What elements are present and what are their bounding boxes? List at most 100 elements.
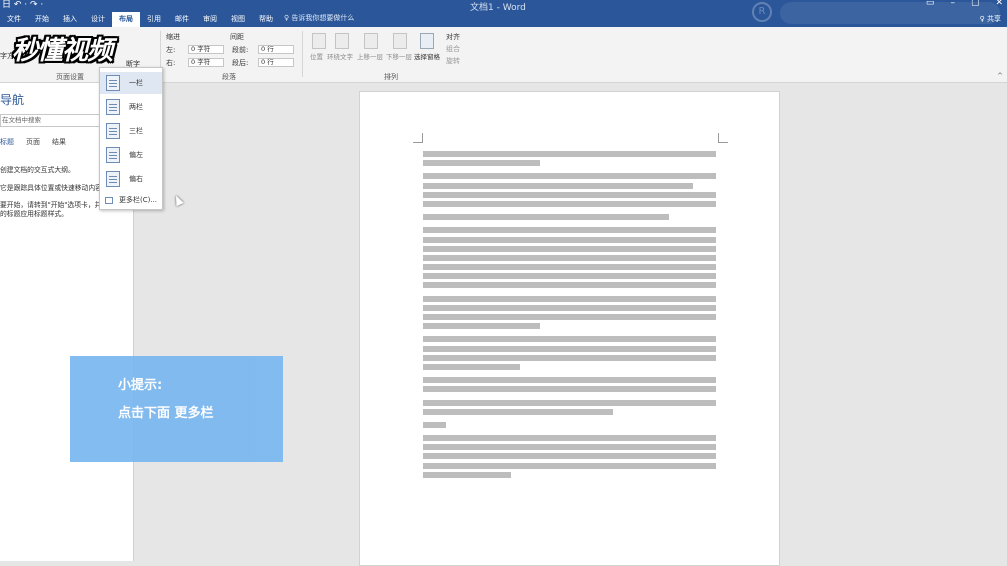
- one-column-icon: [106, 75, 120, 91]
- margin-corner-mark: [718, 133, 728, 143]
- right-column-icon: [106, 171, 120, 187]
- nav-tab-pages[interactable]: 页面: [26, 137, 40, 147]
- tab-insert[interactable]: 插入: [56, 12, 84, 27]
- highlighted-text-line: [423, 421, 447, 428]
- tab-home[interactable]: 开始: [28, 12, 56, 27]
- tab-layout[interactable]: 布局: [112, 12, 140, 27]
- registered-mark-icon: R: [752, 2, 772, 22]
- arrange-group-label: 排列: [384, 73, 398, 81]
- highlighted-text-line: [423, 236, 716, 243]
- wrap-text-button[interactable]: 环绕文字: [327, 51, 353, 61]
- tip-box: 小提示: 点击下面 更多栏: [70, 356, 283, 462]
- tip-title: 小提示:: [118, 378, 163, 393]
- columns-dropdown: 一栏 两栏 三栏 偏左 偏右 更多栏(C)...: [99, 67, 163, 210]
- margin-corner-mark: [413, 133, 423, 143]
- columns-two-option[interactable]: 两栏: [100, 96, 162, 118]
- highlighted-text-line: [423, 295, 716, 302]
- tab-review[interactable]: 审阅: [196, 12, 224, 27]
- columns-three-option[interactable]: 三栏: [100, 120, 162, 142]
- highlighted-text-line: [423, 336, 716, 343]
- close-icon[interactable]: ✕: [995, 0, 1003, 8]
- nav-title: 导航: [0, 93, 25, 107]
- highlighted-text-line: [423, 435, 716, 442]
- video-logo: 秒懂视频: [12, 36, 113, 66]
- selected-text-block[interactable]: [423, 151, 716, 481]
- nav-tab-results[interactable]: 结果: [52, 137, 66, 147]
- nav-help-text: 它是跟踪具体位置或快速移动内容的: [0, 184, 109, 192]
- share-button[interactable]: ♀ 共享: [980, 14, 1001, 24]
- indent-header: 缩进: [166, 33, 180, 41]
- highlighted-text-line: [423, 245, 716, 252]
- highlighted-text-line: [423, 354, 716, 361]
- two-columns-icon: [106, 99, 120, 115]
- spacing-header: 间距: [230, 33, 244, 41]
- three-columns-icon: [106, 123, 120, 139]
- highlighted-text-line: [423, 386, 716, 393]
- group-button[interactable]: 组合: [446, 44, 460, 54]
- tab-file[interactable]: 文件: [0, 12, 28, 27]
- tip-text: 点击下面 更多栏: [118, 406, 214, 421]
- position-button[interactable]: 位置: [310, 51, 323, 61]
- highlighted-text-line: [423, 151, 716, 157]
- highlighted-text-line: [423, 282, 716, 289]
- tab-references[interactable]: 引用: [140, 12, 168, 27]
- highlighted-text-line: [423, 314, 716, 320]
- tab-mailings[interactable]: 邮件: [168, 12, 196, 27]
- indent-left-input[interactable]: 0 字符: [188, 45, 224, 54]
- spacing-after-input[interactable]: 0 行: [258, 58, 294, 67]
- position-icon: [312, 33, 326, 49]
- indent-right-label: 右:: [166, 59, 176, 67]
- highlighted-text-line: [423, 471, 511, 478]
- maximize-icon[interactable]: ▢: [971, 0, 980, 8]
- highlighted-text-line: [423, 214, 670, 221]
- nav-help-text: 的标题应用标题样式。: [0, 210, 68, 218]
- columns-left-option[interactable]: 偏左: [100, 144, 162, 166]
- title-bar: 日 ↶ · ↷ · 文档1 - Word R ▭ – ▢ ✕ 文件 开始 插入 …: [0, 0, 1007, 27]
- minimize-icon[interactable]: –: [950, 0, 955, 8]
- nav-tab-headings[interactable]: 标题: [0, 137, 14, 147]
- columns-right-option[interactable]: 偏右: [100, 168, 162, 190]
- tab-help[interactable]: 帮助: [252, 12, 280, 27]
- ribbon-tabs: 文件 开始 插入 设计 布局 引用 邮件 审阅 视图 帮助: [0, 12, 280, 27]
- option-label: 三栏: [129, 127, 143, 135]
- highlighted-text-line: [423, 304, 716, 311]
- highlighted-text-line: [423, 377, 716, 384]
- bring-forward-button[interactable]: 上移一层: [357, 51, 383, 61]
- highlighted-text-line: [423, 363, 520, 370]
- window-controls: ▭ – ▢ ✕: [926, 0, 1003, 8]
- rotate-button[interactable]: 旋转: [446, 56, 460, 66]
- highlighted-text-line: [423, 444, 716, 451]
- mouse-cursor-icon: [172, 193, 184, 207]
- document-page[interactable]: [359, 91, 780, 566]
- highlighted-text-line: [423, 345, 716, 352]
- send-backward-icon: [393, 33, 407, 49]
- option-label: 一栏: [129, 79, 143, 87]
- tell-me-search[interactable]: ♀ 告诉我你想要做什么: [284, 13, 354, 23]
- option-label: 偏左: [129, 151, 143, 159]
- indent-right-input[interactable]: 0 字符: [188, 58, 224, 67]
- spacing-before-input[interactable]: 0 行: [258, 45, 294, 54]
- window-title: 文档1 - Word: [470, 3, 526, 13]
- highlighted-text-line: [423, 264, 716, 271]
- ribbon-display-icon[interactable]: ▭: [926, 0, 935, 8]
- highlighted-text-line: [423, 323, 541, 330]
- send-backward-button[interactable]: 下移一层: [386, 51, 412, 61]
- highlighted-text-line: [423, 173, 716, 180]
- highlighted-text-line: [423, 254, 716, 261]
- nav-tabs: 标题 页面 结果: [0, 137, 66, 147]
- highlighted-text-line: [423, 273, 716, 280]
- align-button[interactable]: 对齐: [446, 32, 460, 42]
- more-columns-option[interactable]: 更多栏(C)...: [100, 195, 157, 205]
- paragraph-group-label: 段落: [222, 73, 236, 81]
- tab-design[interactable]: 设计: [84, 12, 112, 27]
- selection-pane-button[interactable]: 选择窗格: [414, 51, 440, 61]
- tab-view[interactable]: 视图: [224, 12, 252, 27]
- collapse-ribbon-icon[interactable]: ^: [997, 72, 1003, 80]
- highlighted-text-line: [423, 227, 716, 234]
- highlighted-text-line: [423, 399, 716, 406]
- columns-one-option[interactable]: 一栏: [100, 72, 162, 94]
- quick-access-toolbar[interactable]: 日 ↶ · ↷ ·: [2, 0, 43, 10]
- selection-pane-icon: [420, 33, 434, 49]
- highlighted-text-line: [423, 160, 541, 167]
- option-label: 偏右: [129, 175, 143, 183]
